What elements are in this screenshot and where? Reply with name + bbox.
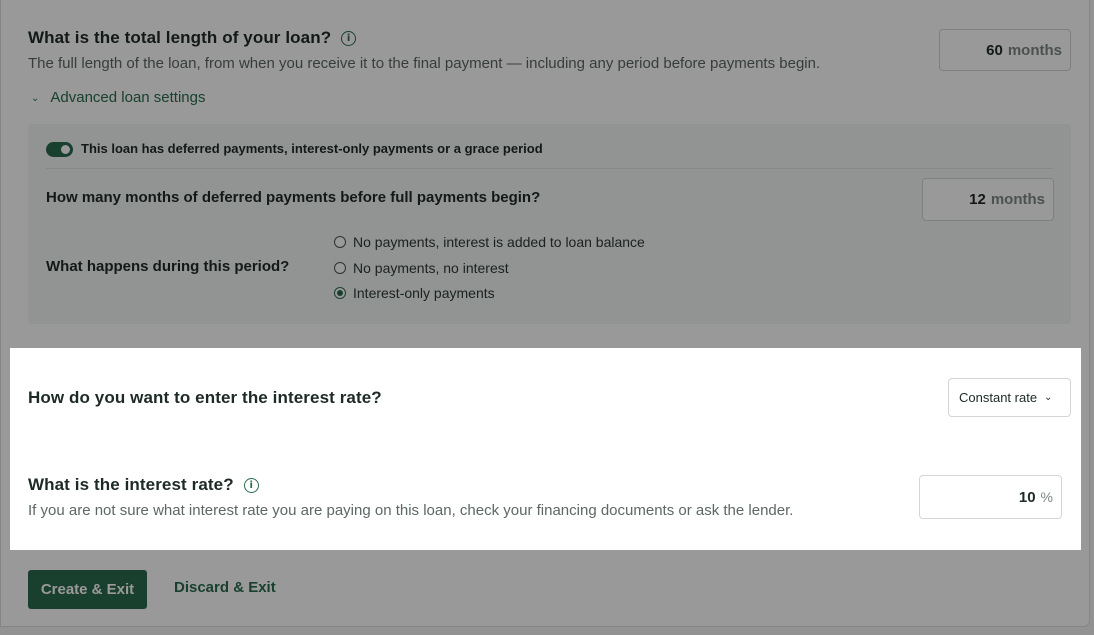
- chevron-down-icon: ⌄: [1044, 392, 1053, 403]
- interest-rate-question-text: What is the interest rate?: [28, 475, 234, 494]
- interest-rate-input[interactable]: 10 %: [919, 475, 1062, 519]
- overlay-dim: [0, 0, 1094, 348]
- interest-entry-question: How do you want to enter the interest ra…: [28, 388, 382, 407]
- interest-rate-description: If you are not sure what interest rate y…: [28, 502, 794, 519]
- interest-rate-unit: %: [1040, 489, 1053, 505]
- overlay-dim: [1081, 348, 1094, 550]
- interest-rate-value: 10: [1018, 488, 1036, 506]
- interest-entry-selected: Constant rate: [959, 390, 1038, 405]
- interest-rate-question: What is the interest rate? i: [28, 475, 259, 495]
- info-icon[interactable]: i: [243, 478, 259, 493]
- overlay-dim: [0, 348, 10, 550]
- interest-entry-select[interactable]: Constant rate ⌄: [948, 378, 1071, 417]
- overlay-dim: [0, 550, 1094, 635]
